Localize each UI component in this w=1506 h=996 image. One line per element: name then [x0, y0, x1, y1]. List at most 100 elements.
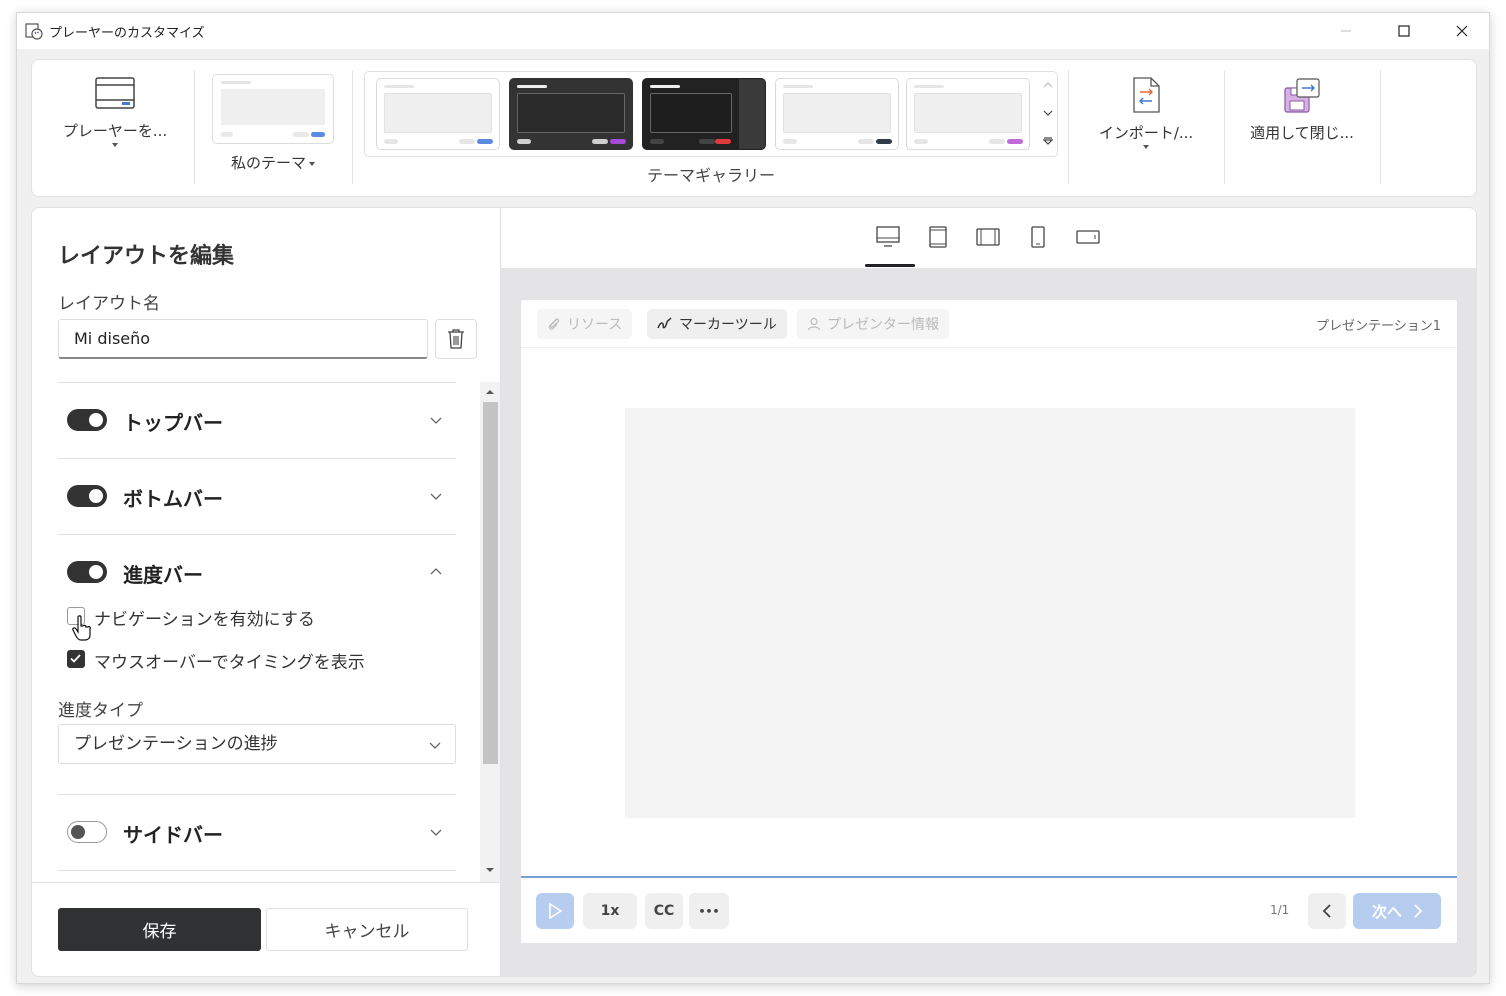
- paperclip-icon: [548, 318, 560, 330]
- playback-speed-button[interactable]: 1x: [583, 893, 637, 929]
- sidebar-toggle[interactable]: [67, 821, 107, 843]
- scroll-down-arrow-icon[interactable]: [485, 867, 495, 873]
- theme-thumbnail-1[interactable]: [376, 78, 500, 150]
- topbar-section-title[interactable]: トップバー: [123, 407, 223, 436]
- show-timing-checkbox[interactable]: [67, 650, 85, 668]
- divider: [58, 458, 456, 459]
- progress-bar[interactable]: [521, 876, 1457, 878]
- maximize-icon: [1398, 25, 1410, 37]
- divider: [58, 382, 456, 383]
- dropdown-caret-icon: [112, 143, 118, 147]
- preview-panel: リソース マーカーツール プレゼンター情報 プレゼンテーション1 1x CC •…: [501, 207, 1477, 977]
- previous-slide-button[interactable]: [1308, 893, 1346, 929]
- chevron-down-icon[interactable]: [430, 826, 442, 838]
- chevron-down-icon: [1043, 110, 1053, 116]
- customize-player-window: プレーヤーのカスタマイズ プレーヤーを... 私のテーマ テーマギャラリー イン…: [16, 12, 1490, 984]
- minimize-button[interactable]: [1317, 13, 1375, 49]
- tablet-portrait-icon: [929, 226, 947, 248]
- save-button[interactable]: 保存: [58, 908, 261, 951]
- progress-type-select[interactable]: プレゼンテーションの進捗: [58, 724, 456, 764]
- theme-gallery: [364, 71, 1058, 157]
- apply-and-close-button[interactable]: 適用して閉じ...: [1232, 76, 1372, 143]
- desktop-icon: [876, 226, 900, 247]
- theme-sidebar-preview: [739, 79, 765, 149]
- marker-tool-tab[interactable]: マーカーツール: [647, 309, 787, 339]
- chevron-down-icon[interactable]: [430, 490, 442, 502]
- device-tablet-landscape-button[interactable]: [971, 222, 1005, 252]
- phone-landscape-icon: [1076, 230, 1100, 244]
- gallery-scroll-down-button[interactable]: [1039, 100, 1057, 126]
- next-slide-button[interactable]: 次へ: [1353, 893, 1441, 929]
- person-icon: [807, 317, 821, 331]
- my-theme-dropdown[interactable]: 私のテーマ: [212, 152, 334, 173]
- chevron-down-icon[interactable]: [430, 414, 442, 426]
- ribbon-divider: [352, 70, 353, 184]
- progressbar-section-title[interactable]: 進度バー: [123, 559, 203, 588]
- close-button[interactable]: [1433, 13, 1491, 49]
- device-desktop-button[interactable]: [871, 222, 905, 252]
- divider: [58, 870, 456, 871]
- apply-save-icon: [1284, 78, 1320, 113]
- device-switcher: [501, 208, 1476, 268]
- my-theme-thumbnail[interactable]: [212, 74, 334, 144]
- ribbon-divider: [1224, 70, 1225, 184]
- chevron-down-icon: [429, 742, 441, 749]
- presenter-info-label: プレゼンター情報: [827, 317, 939, 333]
- footer-divider: [32, 882, 502, 883]
- bottombar-section-title[interactable]: ボトムバー: [123, 483, 223, 512]
- next-label: 次へ: [1371, 902, 1402, 921]
- resources-tab[interactable]: リソース: [537, 309, 633, 339]
- delete-layout-button[interactable]: [435, 319, 477, 359]
- theme-thumbnail-3[interactable]: [642, 78, 766, 150]
- hand-pointer-icon: [72, 615, 91, 641]
- layout-name-input[interactable]: Mi diseño: [58, 319, 428, 359]
- maximize-button[interactable]: [1375, 13, 1433, 49]
- player-button[interactable]: プレーヤーを...: [50, 76, 180, 147]
- chevron-left-icon: [1322, 904, 1331, 918]
- chevron-right-icon: [1414, 904, 1422, 918]
- play-button[interactable]: [536, 893, 574, 929]
- device-phone-landscape-button[interactable]: [1071, 222, 1105, 252]
- slide-area: [625, 408, 1355, 818]
- ribbon-divider: [1068, 70, 1069, 184]
- more-options-button[interactable]: •••: [689, 893, 729, 929]
- theme-thumbnail-4[interactable]: [775, 78, 899, 150]
- gallery-expand-button[interactable]: [1039, 128, 1057, 154]
- close-icon: [1456, 25, 1468, 37]
- dropdown-caret-icon: [1143, 145, 1149, 149]
- theme-thumbnail-5[interactable]: [906, 78, 1030, 150]
- dropdown-caret-icon: [309, 161, 315, 166]
- device-tablet-portrait-button[interactable]: [921, 222, 955, 252]
- import-button[interactable]: インポート/...: [1076, 76, 1216, 149]
- enable-navigation-label[interactable]: ナビゲーションを有効にする: [94, 605, 315, 630]
- panel-heading: レイアウトを編集: [58, 244, 235, 269]
- import-button-label: インポート/...: [1098, 124, 1194, 142]
- trash-icon: [448, 329, 464, 349]
- page-counter: 1/1: [1270, 903, 1290, 917]
- device-phone-portrait-button[interactable]: [1021, 222, 1055, 252]
- ribbon-divider: [194, 70, 195, 184]
- scrollbar-thumb[interactable]: [483, 402, 498, 764]
- bottombar-toggle[interactable]: [67, 485, 107, 507]
- play-icon: [549, 903, 562, 919]
- cancel-button[interactable]: キャンセル: [266, 908, 468, 951]
- captions-button[interactable]: CC: [645, 893, 683, 929]
- show-timing-label[interactable]: マウスオーバーでタイミングを表示: [94, 648, 365, 673]
- presenter-info-tab[interactable]: プレゼンター情報: [797, 309, 949, 339]
- import-export-icon: [1133, 77, 1160, 113]
- scroll-up-arrow-icon[interactable]: [485, 389, 495, 395]
- edit-layout-panel: レイアウトを編集 レイアウト名 Mi diseño トップバー ボトムバー 進度…: [31, 207, 502, 977]
- marker-tool-label: マーカーツール: [679, 317, 777, 333]
- chevron-up-icon: [1043, 82, 1053, 88]
- topbar-toggle[interactable]: [67, 409, 107, 431]
- sidebar-section-title[interactable]: サイドバー: [123, 819, 223, 848]
- my-theme-label: 私のテーマ: [230, 154, 306, 172]
- progress-type-value: プレゼンテーションの進捗: [74, 734, 278, 754]
- layout-name-label: レイアウト名: [58, 294, 160, 314]
- theme-thumbnail-2[interactable]: [509, 78, 633, 150]
- divider: [58, 534, 456, 535]
- tablet-landscape-icon: [976, 228, 1000, 246]
- gallery-scroll-up-button[interactable]: [1039, 72, 1057, 98]
- progressbar-toggle[interactable]: [67, 561, 107, 583]
- chevron-up-icon[interactable]: [430, 566, 442, 578]
